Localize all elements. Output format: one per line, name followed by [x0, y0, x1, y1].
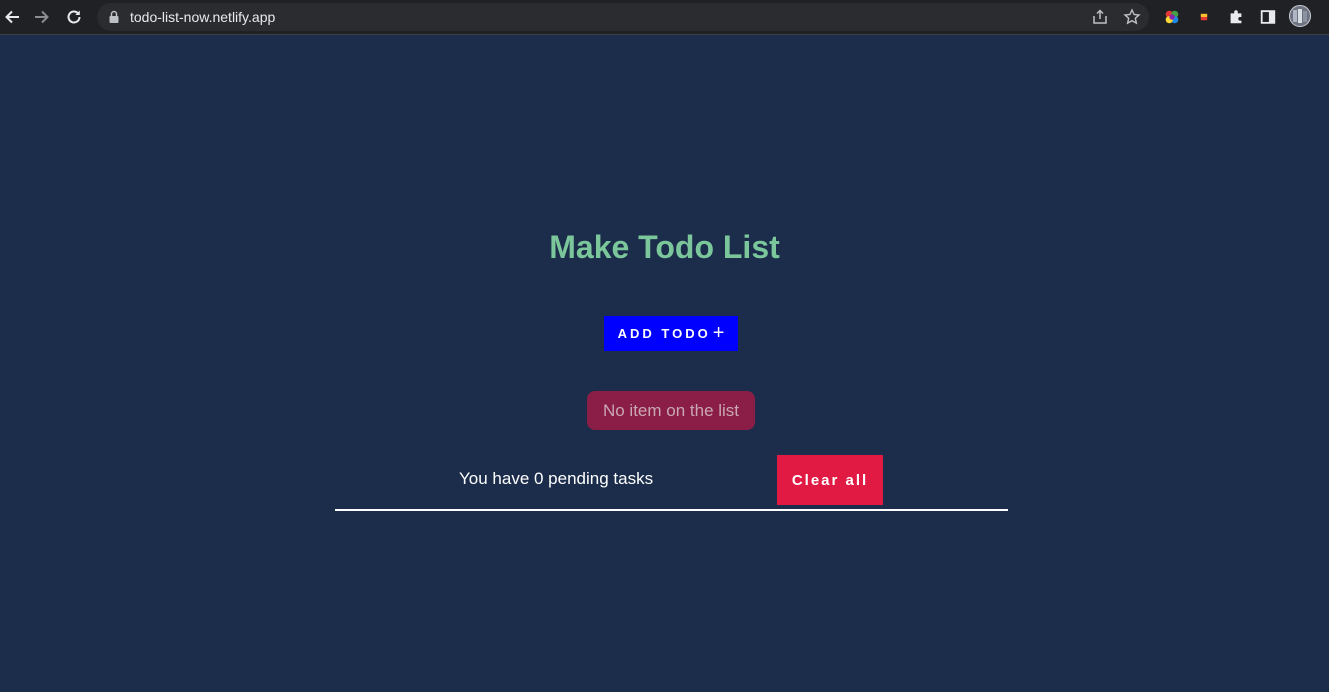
add-todo-button[interactable]: ADD TODO +	[604, 316, 738, 351]
extension-icon	[1200, 13, 1208, 21]
color-wheel-extension-button[interactable]	[1162, 7, 1182, 27]
share-icon[interactable]	[1091, 8, 1109, 26]
plus-icon: +	[712, 322, 725, 344]
profile-button[interactable]	[1289, 5, 1311, 27]
reload-icon	[67, 10, 81, 24]
extensions-menu-button[interactable]	[1226, 7, 1246, 27]
add-todo-label: ADD TODO	[617, 326, 711, 341]
side-panel-button[interactable]	[1258, 7, 1278, 27]
pending-tasks-text: You have 0 pending tasks	[459, 469, 654, 488]
lock-icon	[109, 10, 119, 23]
forward-button[interactable]	[30, 5, 54, 29]
color-wheel-extension-icon	[1165, 10, 1179, 24]
clear-all-button[interactable]: Clear all	[777, 455, 883, 505]
puzzle-icon	[1230, 10, 1242, 24]
reload-button[interactable]	[62, 5, 86, 29]
browser-toolbar: todo-list-now.netlify.app	[0, 0, 1329, 35]
star-icon[interactable]	[1123, 8, 1141, 26]
back-button[interactable]	[0, 5, 24, 29]
page-title: Make Todo List	[549, 229, 780, 265]
back-arrow-icon	[5, 10, 19, 24]
empty-list-message: No item on the list	[587, 391, 755, 430]
divider	[335, 509, 1008, 511]
extension-button[interactable]	[1194, 7, 1214, 27]
forward-arrow-icon	[35, 10, 49, 24]
profile-avatar	[1289, 5, 1311, 27]
url-text[interactable]: todo-list-now.netlify.app	[130, 9, 275, 25]
address-bar[interactable]: todo-list-now.netlify.app	[97, 3, 1149, 31]
side-panel-icon	[1260, 10, 1276, 24]
